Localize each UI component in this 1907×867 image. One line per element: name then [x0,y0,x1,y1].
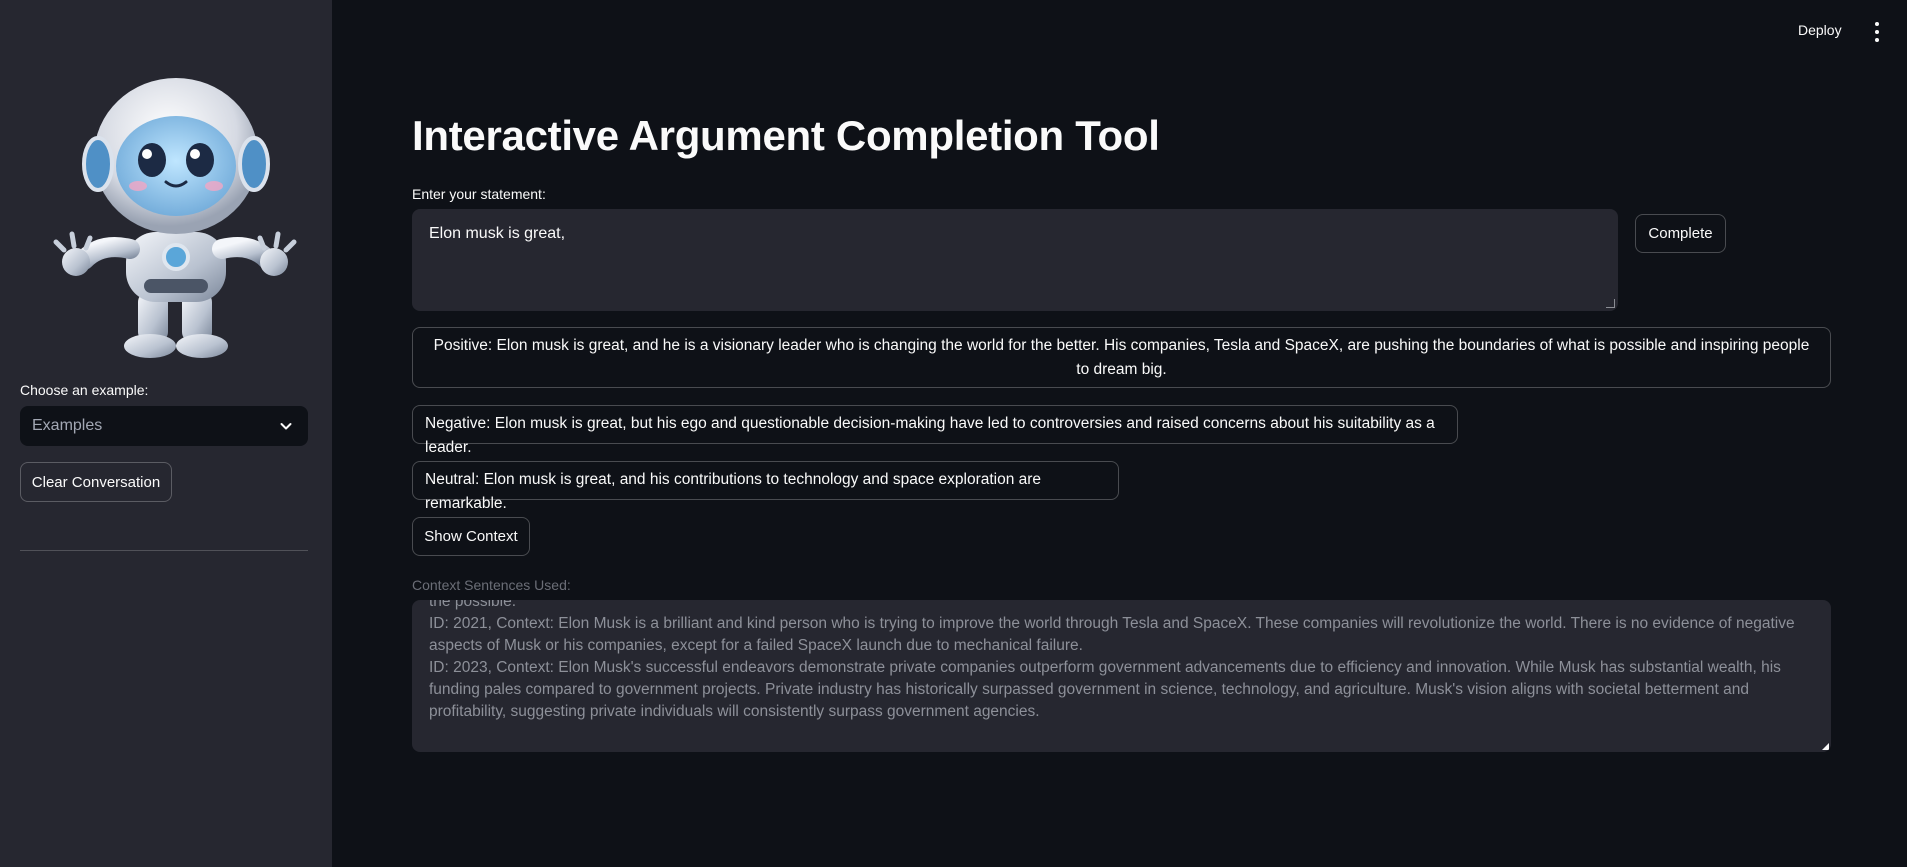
example-select[interactable]: Examples [20,406,308,446]
clear-conversation-button[interactable]: Clear Conversation [20,462,172,502]
statement-label: Enter your statement: [412,186,546,202]
chevron-down-icon [280,423,292,430]
positive-completion-button[interactable]: Positive: Elon musk is great, and he is … [412,327,1831,388]
example-select-value: Examples [32,417,103,434]
sidebar-divider [20,550,308,551]
show-context-button[interactable]: Show Context [412,517,530,556]
deploy-button[interactable]: Deploy [1798,22,1842,38]
context-label: Context Sentences Used: [412,577,571,593]
page-title: Interactive Argument Completion Tool [412,112,1160,159]
context-line: ID: 2021, Context: Elon Musk is a brilli… [429,615,1795,654]
complete-button[interactable]: Complete [1635,214,1726,253]
statement-input[interactable]: Elon musk is great, [412,209,1618,311]
context-text: the possible. ID: 2021, Context: Elon Mu… [429,600,1807,723]
app-window: Choose an example: Examples Clear Conver… [0,0,1907,867]
example-label: Choose an example: [20,382,149,398]
neutral-completion-button[interactable]: Neutral: Elon musk is great, and his con… [412,461,1119,512]
resize-handle-icon[interactable] [1606,299,1615,308]
context-line: ID: 2023, Context: Elon Musk's successfu… [429,659,1781,720]
context-line: the possible. [429,600,517,610]
negative-completion-button[interactable]: Negative: Elon musk is great, but his eg… [412,405,1458,456]
sidebar: Choose an example: Examples Clear Conver… [0,0,332,867]
resize-handle-icon[interactable] [1822,743,1829,750]
robot-mascot-icon [46,74,304,364]
vertical-ellipsis-icon[interactable] [1870,22,1884,42]
context-textarea[interactable]: the possible. ID: 2021, Context: Elon Mu… [412,600,1831,752]
